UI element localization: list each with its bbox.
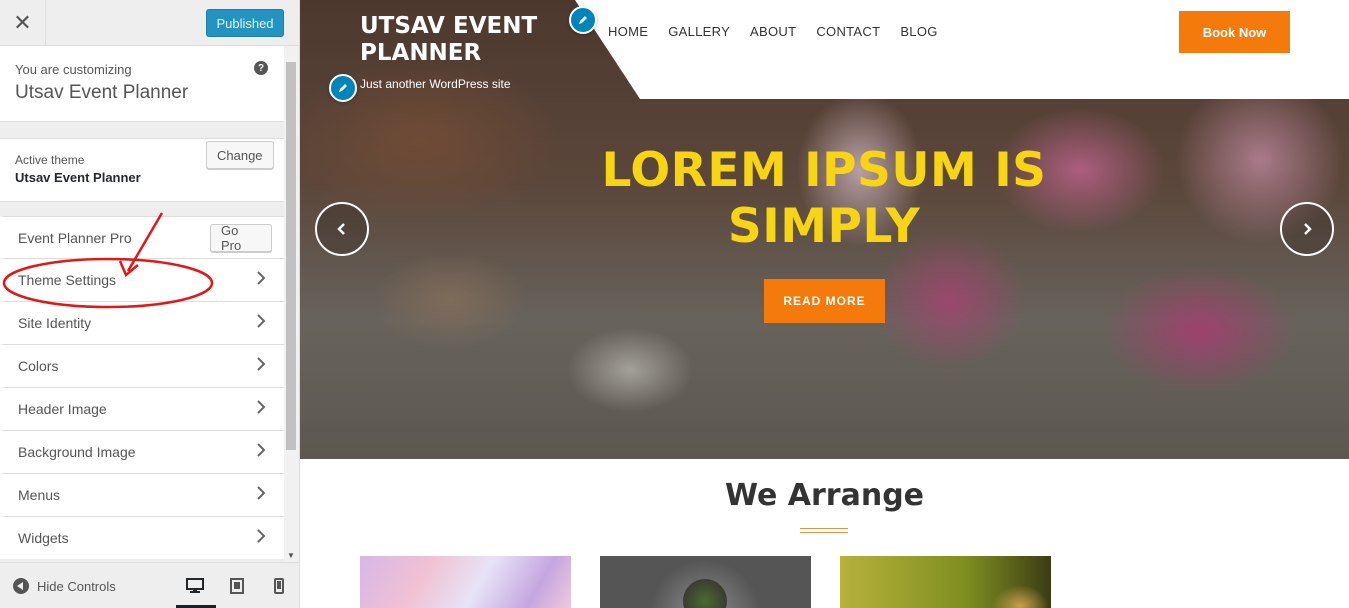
- service-image[interactable]: [840, 556, 1051, 608]
- nav-home[interactable]: HOME: [608, 24, 648, 39]
- customizing-title: Utsav Event Planner: [15, 82, 189, 103]
- sidebar-item-label: Background Image: [18, 444, 136, 460]
- chevron-right-icon: [257, 443, 266, 457]
- sidebar-item-menus[interactable]: Menus: [0, 473, 284, 516]
- tablet-icon[interactable]: [226, 575, 248, 597]
- customizer-sidebar: ✕ Published You are customizing Utsav Ev…: [0, 0, 300, 608]
- hide-controls-label: Hide Controls: [37, 578, 116, 594]
- scroll-down-icon[interactable]: ▼: [287, 551, 295, 560]
- slider-prev-button[interactable]: [315, 202, 369, 256]
- service-image[interactable]: [360, 556, 571, 608]
- slide-heading: LOREM IPSUM IS SIMPLY: [601, 143, 1047, 254]
- site-title[interactable]: UTSAV EVENT PLANNER: [360, 13, 560, 67]
- sidebar-item-colors[interactable]: Colors: [0, 344, 284, 387]
- chevron-right-icon: [257, 357, 266, 371]
- sidebar-scrollbar[interactable]: ▼: [284, 46, 298, 562]
- edit-menu-pencil-icon[interactable]: [569, 6, 597, 34]
- chevron-right-icon: [257, 486, 266, 500]
- chevron-right-icon: [257, 529, 266, 543]
- read-more-button[interactable]: READ MORE: [764, 279, 885, 323]
- annotation-highlight: [2, 212, 214, 309]
- book-now-button[interactable]: Book Now: [1179, 11, 1290, 53]
- title-divider: [800, 528, 848, 533]
- sidebar-item-header-image[interactable]: Header Image: [0, 387, 284, 430]
- nav-about[interactable]: ABOUT: [750, 24, 796, 39]
- publish-button[interactable]: Published: [206, 9, 284, 37]
- edit-title-pencil-icon[interactable]: [329, 74, 357, 102]
- change-theme-button[interactable]: Change: [206, 141, 274, 169]
- scrollbar-thumb[interactable]: [286, 62, 296, 450]
- customizer-footer: Hide Controls: [0, 562, 299, 608]
- sidebar-item-widgets[interactable]: Widgets: [0, 516, 284, 559]
- site-preview: UTSAV EVENT PLANNER Just another WordPre…: [300, 0, 1349, 608]
- sidebar-item-label: Header Image: [18, 401, 107, 417]
- section-title: We Arrange: [724, 478, 925, 513]
- customizing-label: You are customizing: [15, 62, 132, 77]
- slider-next-button[interactable]: [1280, 202, 1334, 256]
- sidebar-item-background-image[interactable]: Background Image: [0, 430, 284, 473]
- active-theme-name: Utsav Event Planner: [15, 170, 141, 185]
- nav-blog[interactable]: BLOG: [900, 24, 937, 39]
- chevron-right-icon: [257, 271, 266, 285]
- collapse-icon: [13, 578, 29, 594]
- nav-contact[interactable]: CONTACT: [816, 24, 880, 39]
- hide-controls-button[interactable]: Hide Controls: [13, 578, 116, 594]
- chevron-right-icon: [1304, 223, 1312, 235]
- sidebar-item-label: Menus: [18, 487, 61, 503]
- nav-gallery[interactable]: GALLERY: [668, 24, 730, 39]
- service-image[interactable]: [600, 556, 811, 608]
- chevron-left-icon: [337, 223, 345, 235]
- sidebar-item-label: Widgets: [18, 530, 69, 546]
- help-icon[interactable]: ?: [254, 61, 268, 75]
- close-icon[interactable]: ✕: [0, 0, 46, 46]
- hero-slider: UTSAV EVENT PLANNER Just another WordPre…: [300, 0, 1349, 459]
- customizer-header: ✕ Published: [0, 0, 299, 46]
- chevron-right-icon: [257, 314, 266, 328]
- annotation-ellipse: [2, 257, 214, 309]
- desktop-icon[interactable]: [176, 575, 216, 608]
- sidebar-item-label: Colors: [18, 358, 59, 374]
- site-tagline: Just another WordPress site: [360, 77, 511, 91]
- main-navigation: HOME GALLERY ABOUT CONTACT BLOG: [608, 24, 958, 39]
- mobile-icon[interactable]: [268, 575, 290, 597]
- chevron-right-icon: [257, 400, 266, 414]
- customizing-info: You are customizing Utsav Event Planner …: [0, 46, 284, 122]
